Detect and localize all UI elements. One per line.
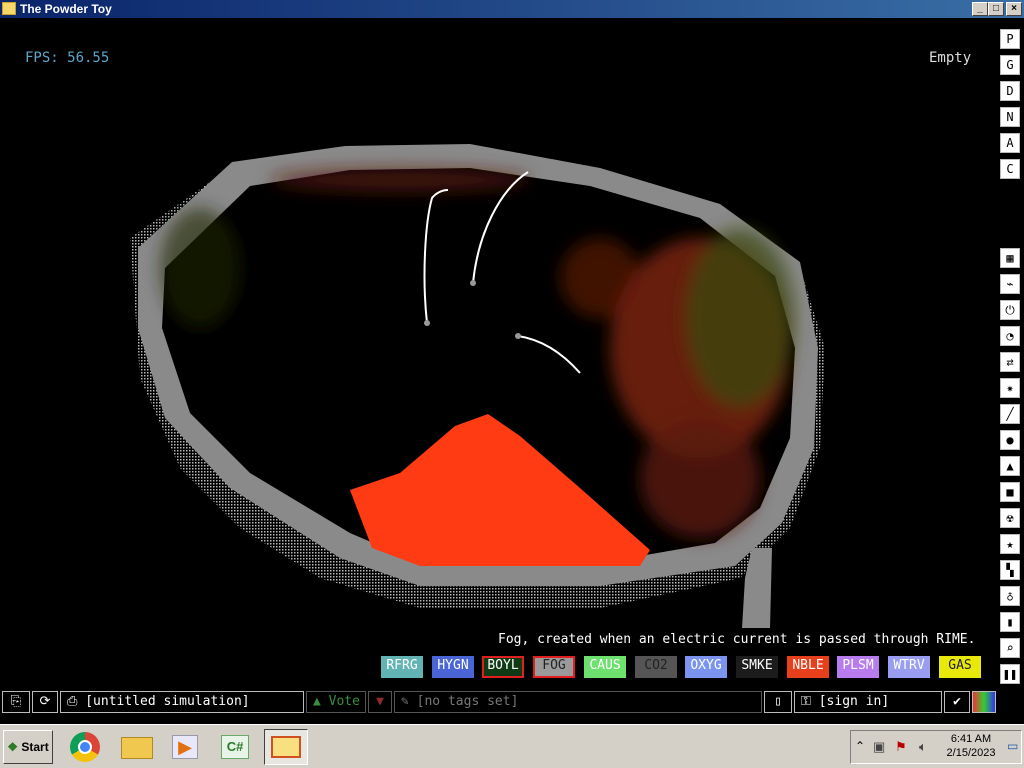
special-icon[interactable]: ★ [1000, 534, 1020, 554]
minimize-button[interactable]: _ [972, 2, 988, 16]
sign-in-button[interactable]: ⚿ [sign in] [794, 691, 942, 713]
element-button-gas[interactable]: GAS [939, 656, 981, 678]
element-button-smke[interactable]: SMKE [736, 656, 778, 678]
show-desktop-icon[interactable]: ▭ [1007, 739, 1018, 753]
windows-logo-icon: ❖ [7, 740, 19, 754]
simulation-canvas[interactable]: FPS: 56.55 Empty [0, 18, 996, 654]
element-button-hygn[interactable]: HYGN [432, 656, 474, 678]
simulation-name: [untitled simulation] [85, 694, 250, 709]
side-button-p[interactable]: P [1000, 29, 1020, 49]
element-button-caus[interactable]: CAUS [584, 656, 626, 678]
open-simulation-icon[interactable]: ⎘ [2, 691, 30, 713]
render-options-icon[interactable] [972, 691, 996, 713]
csharp-icon[interactable]: C# [216, 729, 254, 765]
vote-up-button[interactable]: ▲ Vote [306, 691, 366, 713]
powders-icon[interactable]: ▲ [1000, 456, 1020, 476]
start-label: Start [21, 740, 49, 754]
simulation-name-button[interactable]: ⎙ [untitled simulation] [60, 691, 304, 713]
electronics-icon[interactable]: ⌁ [1000, 274, 1020, 294]
element-button-oxyg[interactable]: OXYG [685, 656, 727, 678]
vote-label: Vote [328, 694, 360, 709]
gases-icon[interactable]: ╱ [1000, 404, 1020, 424]
side-button-a[interactable]: A [1000, 133, 1020, 153]
element-button-nble[interactable]: NBLE [787, 656, 829, 678]
side-button-g[interactable]: G [1000, 55, 1020, 75]
radioactive-icon[interactable]: ☢ [1000, 508, 1020, 528]
settings-icon[interactable]: ✔ [944, 691, 970, 713]
liquids-icon[interactable]: ● [1000, 430, 1020, 450]
walls-icon[interactable]: ▦ [1000, 248, 1020, 268]
tags-label: [no tags set] [416, 694, 519, 709]
title-bar: The Powder Toy _ □ × [0, 0, 1024, 18]
key-icon: ⚿ [801, 694, 819, 709]
element-description: Fog, created when an electric current is… [498, 632, 976, 647]
tags-button[interactable]: ✎ [no tags set] [394, 691, 762, 713]
element-button-boyl[interactable]: BOYL [482, 656, 524, 678]
tag-icon: ✎ [401, 694, 417, 709]
new-simulation-icon[interactable]: ▯ [764, 691, 792, 713]
force-icon[interactable]: ⇄ [1000, 352, 1020, 372]
explosives-icon[interactable]: ✷ [1000, 378, 1020, 398]
clock-time: 6:41 AM [950, 733, 992, 745]
maximize-button[interactable]: □ [988, 2, 1004, 16]
element-button-fog[interactable]: FOG [533, 656, 575, 678]
element-button-rfrg[interactable]: RFRG [381, 656, 423, 678]
element-button-plsm[interactable]: PLSM [837, 656, 879, 678]
fps-counter: FPS: 56.55 [25, 50, 110, 66]
powder-toy-app-icon [2, 2, 16, 15]
clock[interactable]: 6:41 AM 2/15/2023 [943, 733, 999, 759]
save-icon: ⎙ [67, 694, 86, 709]
action-center-icon[interactable]: ⚑ [895, 739, 907, 755]
vote-down-button[interactable]: ▼ [368, 691, 392, 713]
powder-toy-icon[interactable] [264, 729, 308, 765]
tools-icon[interactable]: ♁ [1000, 586, 1020, 606]
solids-icon[interactable]: ■ [1000, 482, 1020, 502]
reload-icon[interactable]: ⟳ [32, 691, 58, 713]
start-button[interactable]: ❖ Start [3, 730, 53, 764]
window-title: The Powder Toy [20, 2, 112, 16]
side-button-c[interactable]: C [1000, 159, 1020, 179]
sign-in-label: [sign in] [818, 694, 890, 709]
pause-icon[interactable]: ❚❚ [1000, 664, 1020, 684]
side-button-d[interactable]: D [1000, 81, 1020, 101]
simulation-scene [130, 144, 825, 628]
show-hidden-icons-icon[interactable]: ⌃ [855, 739, 865, 753]
hover-element-label: Empty [929, 50, 972, 66]
chrome-icon[interactable] [66, 729, 104, 765]
powered-icon[interactable]: ⏻ [1000, 300, 1020, 320]
media-player-icon[interactable]: ▶ [166, 729, 204, 765]
element-button-wtrv[interactable]: WTRV [888, 656, 930, 678]
file-explorer-icon[interactable] [118, 729, 156, 765]
favorites-icon[interactable]: ▮ [1000, 612, 1020, 632]
close-button[interactable]: × [1006, 2, 1022, 16]
windows-taskbar: ❖ Start ▶ C# ⌃ ▣ ⚑ 🔈︎ ▭ 6:41 AM 2/15/202… [0, 724, 1024, 768]
volume-icon[interactable]: 🔈︎ [919, 739, 927, 755]
element-button-co2[interactable]: CO2 [635, 656, 677, 678]
clock-date: 2/15/2023 [946, 747, 996, 759]
search-icon[interactable]: ⌕ [1000, 638, 1020, 658]
side-button-n[interactable]: N [1000, 107, 1020, 127]
thumbs-up-icon: ▲ [313, 694, 329, 709]
life-icon[interactable]: ▚ [1000, 560, 1020, 580]
network-icon[interactable]: ▣ [873, 739, 885, 755]
sensors-icon[interactable]: ◔ [1000, 326, 1020, 346]
